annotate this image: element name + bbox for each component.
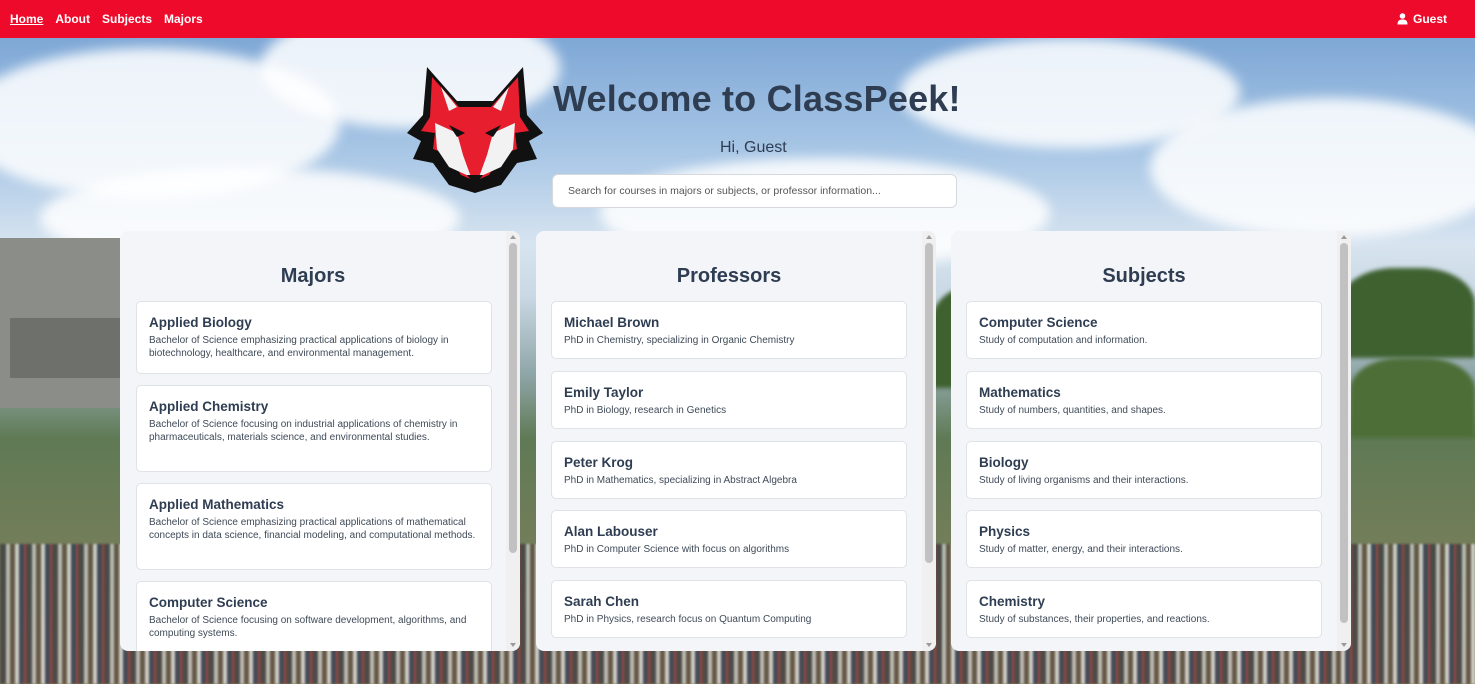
professor-card-name: Peter Krog: [564, 455, 634, 470]
greeting-text: Hi, Guest: [720, 139, 787, 156]
professor-card[interactable]: Michael Brown PhD in Chemistry, speciali…: [551, 301, 907, 359]
subject-card[interactable]: Chemistry Study of substances, their pro…: [966, 580, 1322, 638]
majors-panel: Majors Applied Biology Bachelor of Scien…: [120, 231, 520, 651]
user-menu[interactable]: Guest: [1397, 12, 1447, 26]
majors-scrollbar[interactable]: [506, 231, 520, 651]
page-title: Welcome to ClassPeek!: [553, 78, 961, 119]
user-label: Guest: [1412, 12, 1447, 26]
subjects-scrollbar[interactable]: [1337, 231, 1351, 651]
subject-card-title: Biology: [979, 455, 1029, 470]
major-card-title: Computer Science: [149, 595, 268, 610]
major-card[interactable]: Applied Mathematics Bachelor of Science …: [136, 483, 492, 570]
user-icon: [1397, 13, 1408, 25]
major-card-desc: Bachelor of Science focusing on software…: [149, 615, 467, 639]
major-card-desc: Bachelor of Science emphasizing practica…: [149, 335, 449, 359]
major-card[interactable]: Applied Chemistry Bachelor of Science fo…: [136, 385, 492, 472]
scroll-down-icon[interactable]: [1341, 643, 1347, 647]
professor-card[interactable]: Alan Labouser PhD in Computer Science wi…: [551, 510, 907, 568]
subject-card-title: Mathematics: [979, 385, 1061, 400]
nav-link-subjects[interactable]: Subjects: [102, 12, 152, 26]
professor-card[interactable]: Emily Taylor PhD in Biology, research in…: [551, 371, 907, 429]
subject-card-desc: Study of numbers, quantities, and shapes…: [979, 405, 1166, 416]
professor-card-desc: PhD in Physics, research focus on Quantu…: [564, 614, 812, 625]
major-card-title: Applied Biology: [149, 315, 252, 330]
subject-card-desc: Study of substances, their properties, a…: [979, 614, 1210, 625]
professor-card-name: Emily Taylor: [564, 385, 644, 400]
nav-links: Home About Subjects Majors: [10, 12, 203, 26]
major-card[interactable]: Computer Science Bachelor of Science foc…: [136, 581, 492, 651]
subject-card-desc: Study of computation and information.: [979, 335, 1148, 346]
subject-card[interactable]: Biology Study of living organisms and th…: [966, 441, 1322, 499]
subjects-panel: Subjects Computer Science Study of compu…: [951, 231, 1351, 651]
subject-card-title: Chemistry: [979, 594, 1046, 609]
scrollbar-thumb[interactable]: [925, 243, 933, 563]
professor-card-name: Sarah Chen: [564, 594, 640, 609]
major-card-desc: Bachelor of Science emphasizing practica…: [149, 517, 476, 541]
nav-link-about[interactable]: About: [55, 12, 90, 26]
professors-scrollbar[interactable]: [922, 231, 936, 651]
major-card-title: Applied Mathematics: [149, 497, 285, 512]
professor-card-desc: PhD in Chemistry, specializing in Organi…: [564, 335, 795, 346]
professor-card-desc: PhD in Biology, research in Genetics: [564, 405, 727, 416]
nav-link-majors[interactable]: Majors: [164, 12, 203, 26]
major-card[interactable]: Applied Biology Bachelor of Science emph…: [136, 301, 492, 374]
professors-panel: Professors Michael Brown PhD in Chemistr…: [536, 231, 936, 651]
scroll-up-icon[interactable]: [926, 235, 932, 239]
major-card-desc: Bachelor of Science focusing on industri…: [149, 419, 458, 443]
scroll-down-icon[interactable]: [926, 643, 932, 647]
subject-card[interactable]: Computer Science Study of computation an…: [966, 301, 1322, 359]
scroll-down-icon[interactable]: [510, 643, 516, 647]
subject-card-desc: Study of living organisms and their inte…: [979, 475, 1189, 486]
top-nav-bar: Home About Subjects Majors Guest: [0, 0, 1475, 38]
subject-card[interactable]: Mathematics Study of numbers, quantities…: [966, 371, 1322, 429]
subject-card-title: Computer Science: [979, 315, 1098, 330]
scrollbar-thumb[interactable]: [1340, 243, 1348, 623]
scroll-up-icon[interactable]: [1341, 235, 1347, 239]
subject-card[interactable]: Physics Study of matter, energy, and the…: [966, 510, 1322, 568]
subject-card-desc: Study of matter, energy, and their inter…: [979, 544, 1183, 555]
professor-card-name: Alan Labouser: [564, 524, 658, 539]
subjects-panel-title: Subjects: [1102, 265, 1186, 287]
major-card-title: Applied Chemistry: [149, 399, 269, 414]
professor-card-desc: PhD in Mathematics, specializing in Abst…: [564, 475, 797, 486]
professor-card[interactable]: Sarah Chen PhD in Physics, research focu…: [551, 580, 907, 638]
majors-panel-title: Majors: [280, 265, 346, 287]
scrollbar-thumb[interactable]: [509, 243, 517, 553]
nav-link-home[interactable]: Home: [10, 12, 43, 26]
search-input[interactable]: [552, 174, 957, 208]
red-fox-logo: [407, 67, 543, 193]
scroll-up-icon[interactable]: [510, 235, 516, 239]
professors-panel-title: Professors: [676, 265, 782, 287]
professor-card-name: Michael Brown: [564, 315, 660, 330]
professor-card[interactable]: Peter Krog PhD in Mathematics, specializ…: [551, 441, 907, 499]
subject-card-title: Physics: [979, 524, 1031, 539]
professor-card-desc: PhD in Computer Science with focus on al…: [564, 544, 790, 555]
